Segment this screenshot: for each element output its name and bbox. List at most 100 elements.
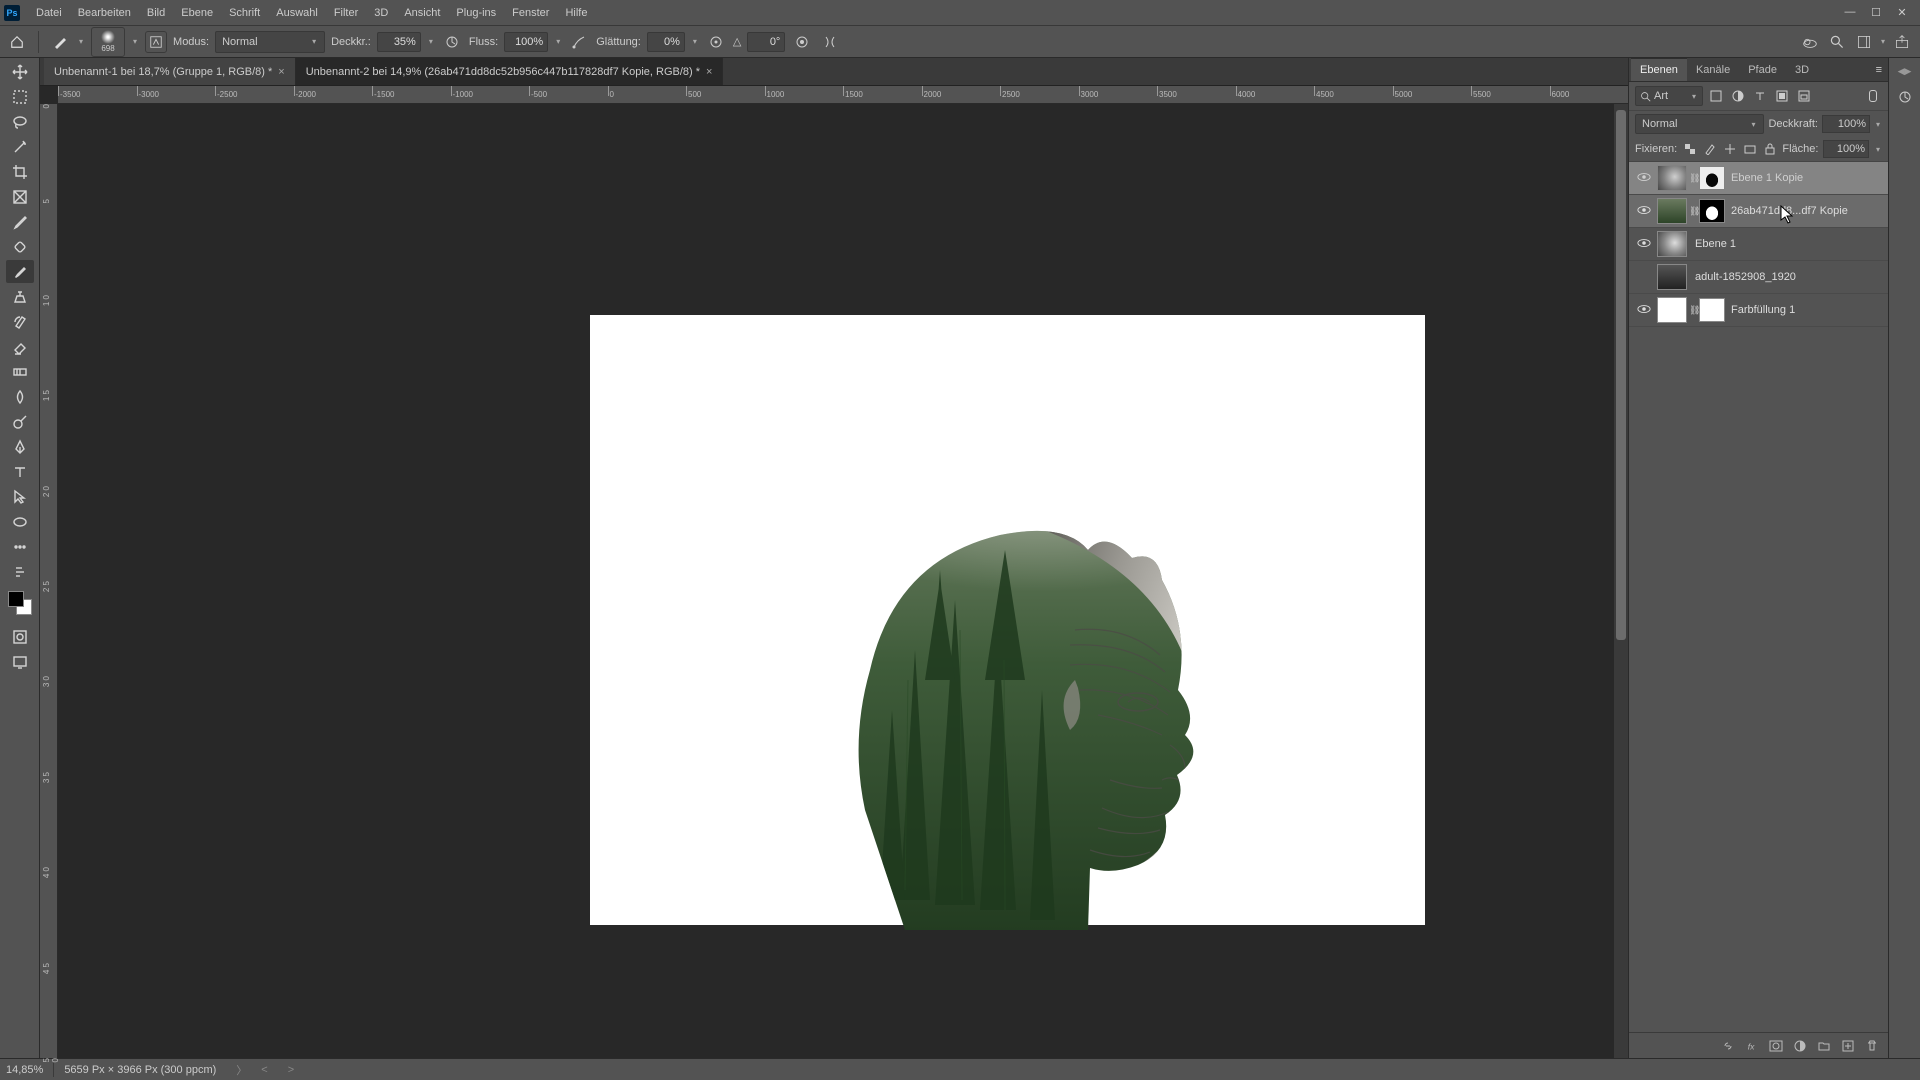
close-button[interactable]: ✕ (1894, 6, 1910, 19)
lock-position-icon[interactable] (1722, 141, 1737, 157)
properties-icon[interactable] (1895, 87, 1915, 107)
close-icon[interactable]: × (278, 66, 284, 78)
path-selection-tool[interactable] (6, 485, 34, 508)
workspace-icon[interactable] (1852, 30, 1876, 54)
panel-tab-kanäle[interactable]: Kanäle (1687, 58, 1739, 81)
chevron-down-icon[interactable]: ▾ (1874, 145, 1882, 154)
symmetry-toggle[interactable] (819, 31, 841, 53)
menu-ansicht[interactable]: Ansicht (396, 7, 448, 19)
visibility-toggle[interactable] (1633, 304, 1655, 317)
pressure-size-toggle[interactable] (791, 31, 813, 53)
menu-bearbeiten[interactable]: Bearbeiten (70, 7, 139, 19)
airbrush-toggle[interactable] (568, 31, 590, 53)
panel-tab-ebenen[interactable]: Ebenen (1631, 58, 1687, 81)
eraser-tool[interactable] (6, 335, 34, 358)
smoothing-options[interactable] (705, 31, 727, 53)
foreground-color[interactable] (8, 591, 24, 607)
visibility-toggle[interactable] (1633, 172, 1655, 185)
layer-thumbnail[interactable] (1657, 264, 1687, 290)
layer-mask-thumbnail[interactable] (1699, 298, 1725, 322)
panel-menu-icon[interactable]: ≡ (1870, 64, 1888, 76)
smoothing-input[interactable]: 0% (647, 32, 685, 52)
lock-artboard-icon[interactable] (1742, 141, 1757, 157)
menu-ebene[interactable]: Ebene (173, 7, 221, 19)
menu-fenster[interactable]: Fenster (504, 7, 557, 19)
lock-transparency-icon[interactable] (1682, 141, 1697, 157)
close-icon[interactable]: × (706, 66, 712, 78)
dodge-tool[interactable] (6, 410, 34, 433)
brush-tool[interactable] (6, 260, 34, 283)
more-tools[interactable] (6, 535, 34, 558)
gradient-tool[interactable] (6, 360, 34, 383)
lock-pixels-icon[interactable] (1702, 141, 1717, 157)
edit-toolbar[interactable] (6, 560, 34, 583)
tool-preset-picker[interactable] (49, 31, 71, 53)
angle-input[interactable]: 0° (747, 32, 785, 52)
menu-filter[interactable]: Filter (326, 7, 366, 19)
menu-datei[interactable]: Datei (28, 7, 70, 19)
document-info[interactable]: 5659 Px × 3966 Px (300 ppcm) (64, 1064, 216, 1076)
document-tab[interactable]: Unbenannt-1 bei 18,7% (Gruppe 1, RGB/8) … (44, 58, 296, 85)
menu-plug-ins[interactable]: Plug-ins (448, 7, 504, 19)
quick-mask-toggle[interactable] (6, 625, 34, 648)
home-button[interactable] (6, 31, 28, 53)
clone-stamp-tool[interactable] (6, 285, 34, 308)
layer-name[interactable]: Ebene 1 (1689, 238, 1884, 250)
document-tab[interactable]: Unbenannt-2 bei 14,9% (26ab471dd8dc52b95… (296, 58, 724, 85)
layer-row[interactable]: ⛓Farbfüllung 1 (1629, 294, 1888, 327)
pressure-opacity-toggle[interactable] (441, 31, 463, 53)
chevron-down-icon[interactable]: ▾ (1874, 120, 1882, 129)
lock-all-icon[interactable] (1762, 141, 1777, 157)
layer-mask-icon[interactable] (1768, 1038, 1784, 1054)
layer-thumbnail[interactable] (1657, 297, 1687, 323)
layer-mask-thumbnail[interactable] (1699, 199, 1725, 223)
search-icon[interactable] (1825, 30, 1849, 54)
layer-thumbnail[interactable] (1657, 198, 1687, 224)
brush-panel-toggle[interactable] (145, 31, 167, 53)
menu-3d[interactable]: 3D (366, 7, 396, 19)
chevron-down-icon[interactable]: ▾ (77, 37, 85, 46)
layer-row[interactable]: ⛓26ab471dd8...df7 Kopie (1629, 195, 1888, 228)
filter-adjustment-icon[interactable] (1729, 87, 1747, 105)
filter-shape-icon[interactable] (1773, 87, 1791, 105)
shape-tool[interactable] (6, 510, 34, 533)
layer-name[interactable]: adult-1852908_1920 (1689, 271, 1884, 283)
filter-type-icon[interactable] (1751, 87, 1769, 105)
blend-mode-select[interactable]: Normal▾ (215, 31, 325, 53)
magic-wand-tool[interactable] (6, 135, 34, 158)
layer-name[interactable]: 26ab471dd8...df7 Kopie (1725, 205, 1884, 217)
chevron-down-icon[interactable]: ▾ (554, 37, 562, 46)
panel-tab-3d[interactable]: 3D (1786, 58, 1818, 81)
collapse-arrow-icon[interactable]: ◀▶ (1898, 66, 1912, 77)
link-layers-icon[interactable] (1720, 1038, 1736, 1054)
group-layers-icon[interactable] (1816, 1038, 1832, 1054)
history-brush-tool[interactable] (6, 310, 34, 333)
layer-opacity-input[interactable]: 100% (1822, 115, 1870, 133)
filter-toggle[interactable] (1864, 87, 1882, 105)
visibility-toggle[interactable] (1633, 238, 1655, 251)
cloud-documents-icon[interactable] (1798, 30, 1822, 54)
adjustment-layer-icon[interactable] (1792, 1038, 1808, 1054)
doc-info-arrow-icon[interactable]: 〉 (236, 1062, 247, 1078)
visibility-toggle[interactable] (1633, 205, 1655, 218)
vertical-ruler[interactable]: 051 01 52 02 53 03 54 04 55 0 (40, 104, 58, 1058)
layer-style-icon[interactable]: fx (1744, 1038, 1760, 1054)
panel-tab-pfade[interactable]: Pfade (1739, 58, 1786, 81)
layer-filter-select[interactable]: Art ▾ (1635, 86, 1703, 106)
fill-input[interactable]: 100% (1823, 140, 1869, 158)
layer-row[interactable]: ⛓Ebene 1 Kopie (1629, 162, 1888, 195)
nav-left-icon[interactable]: < (261, 1064, 267, 1076)
layer-name[interactable]: Farbfüllung 1 (1725, 304, 1884, 316)
layer-blend-select[interactable]: Normal▾ (1635, 114, 1764, 134)
layer-thumbnail[interactable] (1657, 231, 1687, 257)
new-layer-icon[interactable] (1840, 1038, 1856, 1054)
eyedropper-tool[interactable] (6, 210, 34, 233)
filter-smart-icon[interactable] (1795, 87, 1813, 105)
chevron-down-icon[interactable]: ▾ (131, 37, 139, 46)
canvas[interactable] (58, 104, 1628, 1058)
menu-auswahl[interactable]: Auswahl (268, 7, 326, 19)
menu-bild[interactable]: Bild (139, 7, 173, 19)
share-icon[interactable] (1890, 30, 1914, 54)
screen-mode-toggle[interactable] (6, 650, 34, 673)
menu-hilfe[interactable]: Hilfe (557, 7, 595, 19)
